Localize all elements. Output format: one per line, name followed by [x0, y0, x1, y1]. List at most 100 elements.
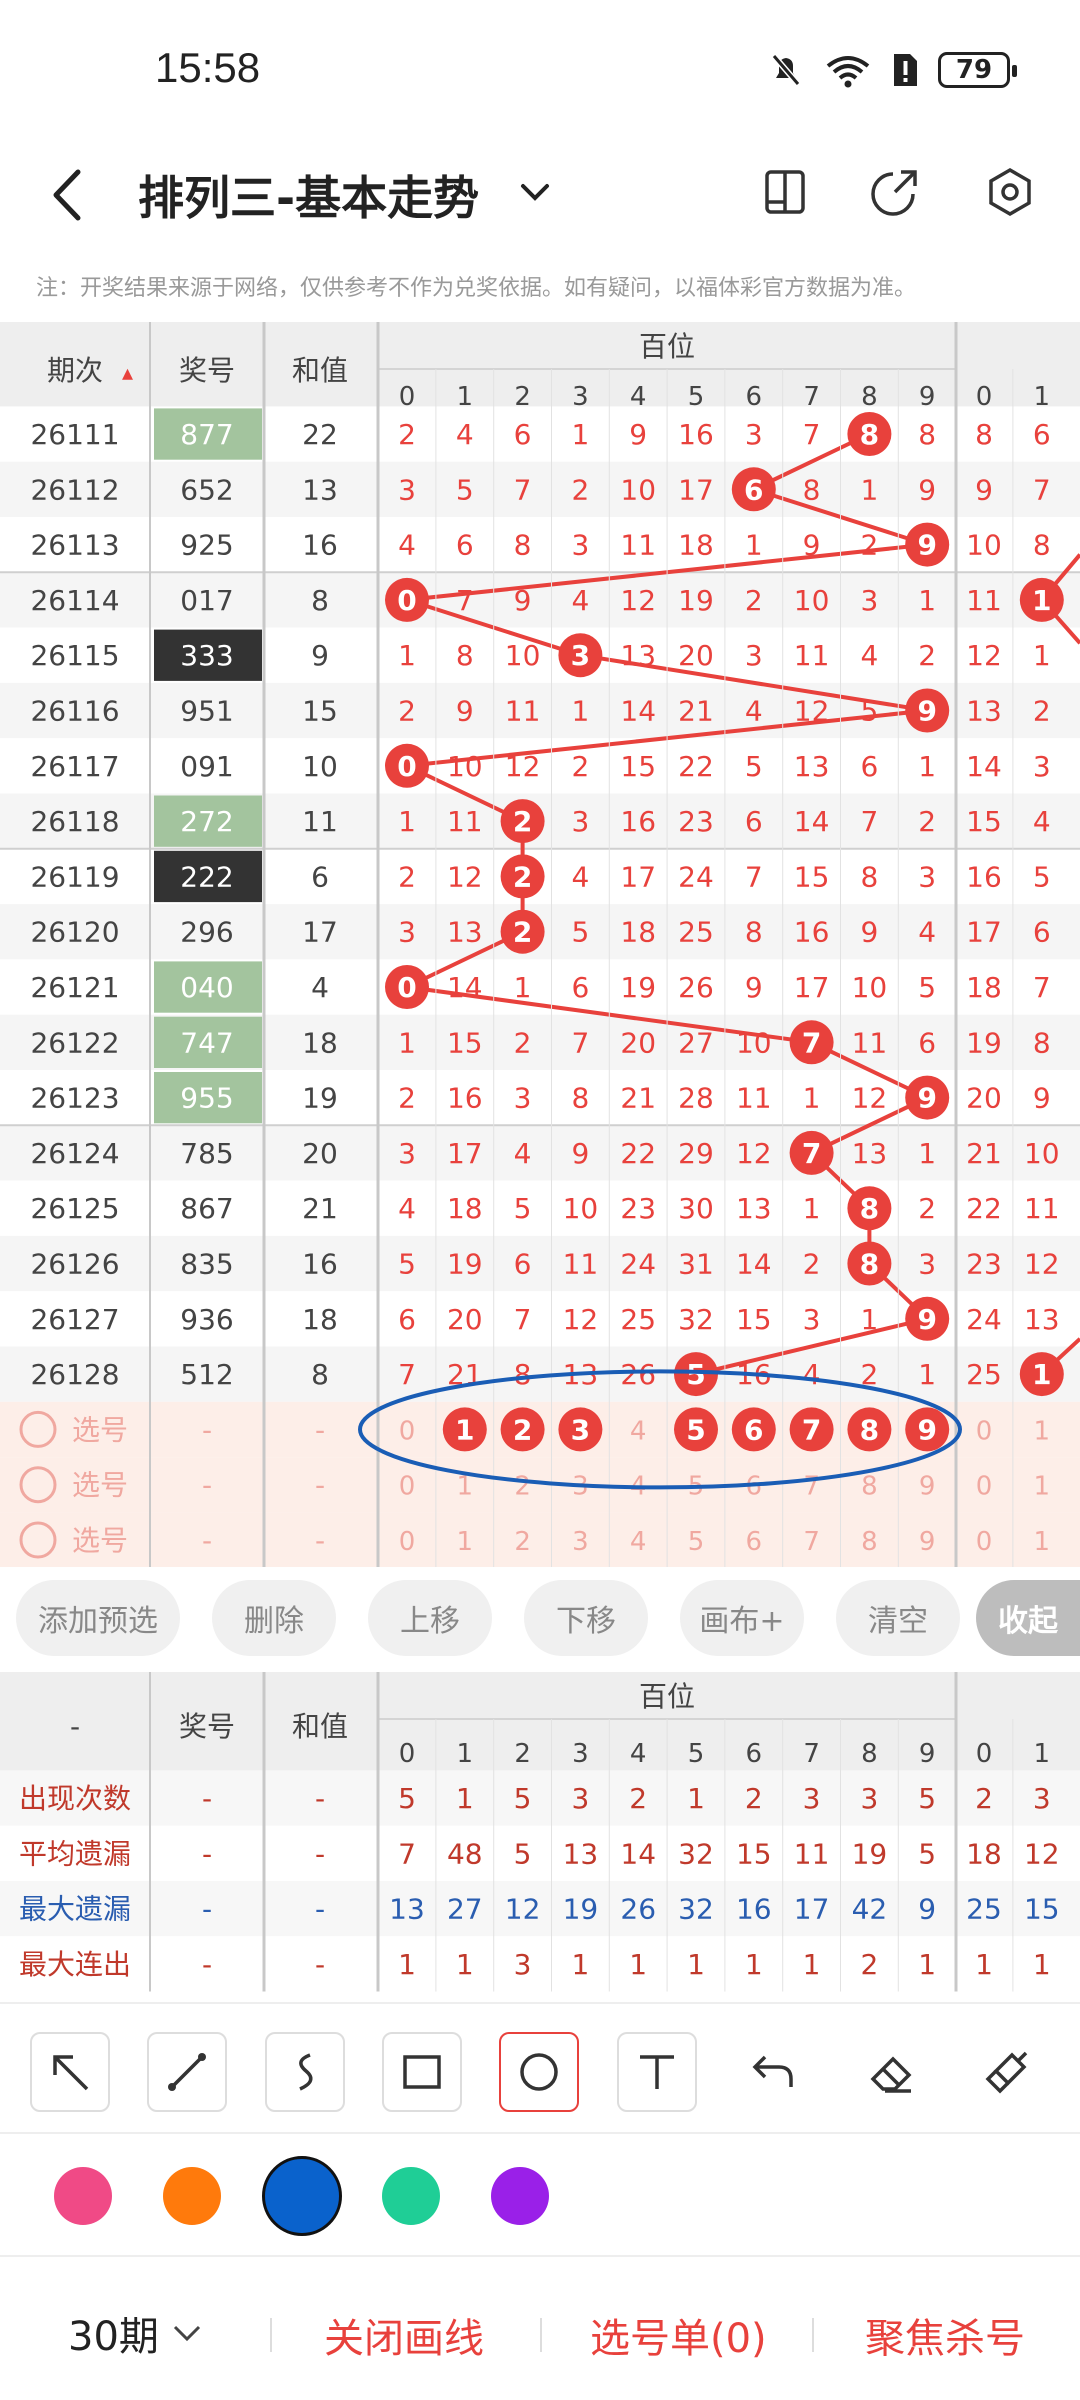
miss-cell: 25 [678, 916, 714, 949]
miss-cell: 24 [678, 860, 714, 893]
select-digit[interactable]: 7 [803, 1472, 820, 1502]
select-digit[interactable]: 5 [688, 1527, 705, 1557]
canvas-plus-button[interactable]: 画布+ [680, 1580, 804, 1656]
color-swatch-blue[interactable] [262, 2156, 342, 2236]
color-swatch-pink[interactable] [54, 2167, 112, 2225]
select-digit[interactable]: 0 [399, 1472, 416, 1502]
period-label: 30期 [68, 2314, 159, 2360]
stats-value: 19 [563, 1893, 599, 1926]
select-digit[interactable]: 1 [1034, 1472, 1051, 1502]
clear-brush-button[interactable] [969, 2032, 1049, 2112]
select-digit[interactable]: 0 [976, 1527, 993, 1557]
clear-button[interactable]: 清空 [836, 1580, 960, 1656]
miss-cell: 4 [398, 529, 416, 562]
trend-chart: 期次 ▴ 奖号 和值 百位 0 1 2 3 4 5 6 7 8 9 0 1 26111 877 22 2 4 6 1 9 16 3 7… [0, 322, 1080, 1567]
selected-digit[interactable]: 5 [686, 1413, 705, 1446]
line-tool-button[interactable] [147, 2032, 227, 2112]
share-icon[interactable] [865, 162, 925, 222]
select-digit[interactable]: 0 [399, 1416, 416, 1446]
stats-label: 平均遗漏 [19, 1837, 131, 1870]
select-label[interactable]: 选号 [72, 1524, 128, 1557]
select-digit[interactable]: 8 [861, 1472, 878, 1502]
delete-button[interactable]: 删除 [212, 1580, 336, 1656]
selected-digit[interactable]: 7 [802, 1413, 821, 1446]
select-digit[interactable]: 9 [919, 1527, 936, 1557]
select-digit[interactable]: 6 [746, 1527, 763, 1557]
phone-layout-icon[interactable] [755, 162, 815, 222]
move-up-button[interactable]: 上移 [368, 1580, 492, 1656]
select-digit[interactable]: 8 [861, 1527, 878, 1557]
miss-cell: 7 [1033, 971, 1051, 1004]
curve-tool-button[interactable] [265, 2032, 345, 2112]
stats-value: 27 [447, 1893, 483, 1926]
miss-cell: 11 [620, 529, 656, 562]
miss-cell: 10 [966, 529, 1002, 562]
select-digit[interactable]: 7 [803, 1527, 820, 1557]
color-swatch-green[interactable] [382, 2167, 440, 2225]
number-cell: 040 [180, 971, 233, 1004]
period-selector[interactable]: 30期 [68, 2304, 205, 2362]
miss-cell: 8 [514, 1358, 532, 1391]
selected-digit[interactable]: 8 [860, 1413, 879, 1446]
select-digit[interactable]: 1 [1034, 1527, 1051, 1557]
ticket-button[interactable]: 选号单(0) [590, 2306, 767, 2364]
miss-cell: 31 [678, 1248, 714, 1281]
selected-digit[interactable]: 1 [455, 1413, 474, 1446]
stats-value: 1 [571, 1948, 589, 1981]
status-time: 15:58 [155, 44, 261, 91]
eraser-button[interactable] [852, 2032, 932, 2112]
add-preselect-button[interactable]: 添加预选 [16, 1580, 180, 1656]
back-button[interactable] [40, 160, 100, 230]
select-digit[interactable]: 4 [630, 1416, 647, 1446]
select-digit[interactable]: 1 [457, 1527, 474, 1557]
select-digit[interactable]: 3 [572, 1527, 589, 1557]
miss-cell: 5 [571, 916, 589, 949]
miss-cell: 16 [620, 805, 656, 838]
color-swatch-orange[interactable] [163, 2167, 221, 2225]
move-down-button[interactable]: 下移 [524, 1580, 648, 1656]
selected-digit[interactable]: 2 [513, 1413, 532, 1446]
stats-table-svg: - 奖号 和值百位0 1 2 3 4 5 6 7 8 9 0 1出现次数 - -5 1 5 3 2 1 2 3 3 5 2 3平均遗… [0, 1672, 1080, 1992]
select-digit[interactable]: 9 [919, 1472, 936, 1502]
miss-cell: 6 [456, 529, 474, 562]
text-tool-button[interactable] [617, 2032, 697, 2112]
miss-cell: 5 [398, 1248, 416, 1281]
focus-kill-button[interactable]: 聚焦杀号 [865, 2306, 1025, 2364]
period-cell: 26115 [30, 639, 119, 672]
collapse-button[interactable]: 收起 [976, 1580, 1080, 1656]
rectangle-tool-button[interactable] [382, 2032, 462, 2112]
close-line-button[interactable]: 关闭画线 [324, 2306, 484, 2364]
miss-cell: 1 [514, 971, 532, 1004]
settings-icon[interactable] [980, 162, 1040, 222]
number-cell: 955 [180, 1082, 233, 1115]
select-digit[interactable]: 0 [399, 1527, 416, 1557]
stats-label: 最大遗漏 [19, 1893, 131, 1926]
color-swatch-purple[interactable] [491, 2167, 549, 2225]
miss-cell: 7 [514, 473, 532, 506]
miss-cell: 1 [398, 639, 416, 672]
page-title[interactable]: 排列三-基本走势 [138, 162, 479, 228]
miss-cell: 9 [745, 971, 763, 1004]
selected-digit[interactable]: 6 [744, 1413, 763, 1446]
select-digit[interactable]: 1 [1034, 1416, 1051, 1446]
arrow-tool-button[interactable] [30, 2032, 110, 2112]
select-digit[interactable]: 2 [514, 1472, 531, 1502]
circle-tool-button[interactable] [499, 2032, 579, 2112]
miss-cell: 4 [803, 1358, 821, 1391]
select-label[interactable]: 选号 [72, 1413, 128, 1446]
chevron-down-icon[interactable] [515, 172, 555, 212]
selected-digit[interactable]: 9 [917, 1413, 936, 1446]
select-label[interactable]: 选号 [72, 1469, 128, 1502]
select-digit[interactable]: 0 [976, 1472, 993, 1502]
group-header-hundreds: 百位 [639, 330, 695, 363]
select-digit[interactable]: 2 [514, 1527, 531, 1557]
curve-tool-icon [299, 2053, 313, 2091]
select-digit[interactable]: 0 [976, 1416, 993, 1446]
sort-icon[interactable]: ▴ [122, 361, 133, 386]
select-digit[interactable]: 4 [630, 1527, 647, 1557]
miss-cell: 12 [736, 1137, 772, 1170]
selected-digit[interactable]: 3 [571, 1413, 590, 1446]
miss-cell: 16 [966, 860, 1002, 893]
undo-button[interactable] [734, 2032, 814, 2112]
stats-value: 5 [514, 1837, 532, 1870]
